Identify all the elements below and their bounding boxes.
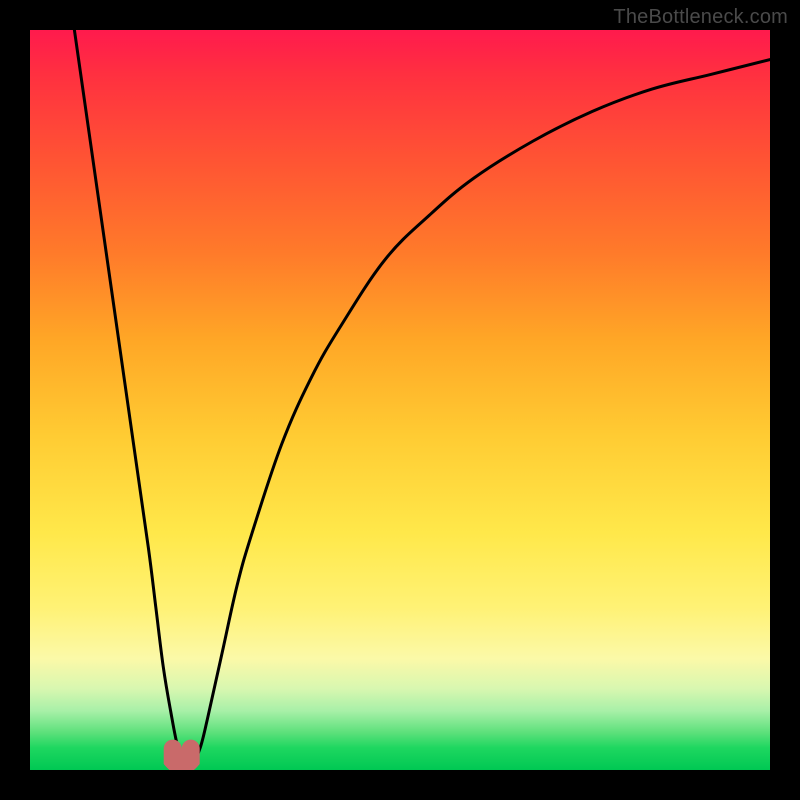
bottleneck-curve-path	[74, 30, 770, 765]
optimal-marker	[173, 749, 191, 766]
chart-plot-area	[30, 30, 770, 770]
watermark-text: TheBottleneck.com	[613, 6, 788, 29]
bottleneck-curve-svg	[30, 30, 770, 770]
